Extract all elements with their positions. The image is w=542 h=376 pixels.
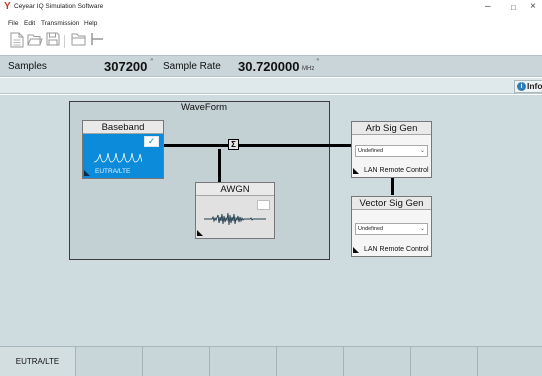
baseband-waveform-icon (94, 152, 142, 163)
info-tab-label: Info (527, 81, 542, 91)
bottom-tab-empty[interactable] (411, 347, 478, 376)
app-logo-icon: Y (4, 1, 11, 12)
signal-wire-generators (391, 178, 394, 195)
awgn-block[interactable]: AWGN (195, 182, 275, 239)
sample-rate-label: Sample Rate (163, 61, 221, 72)
arb-connection-label: LAN Remote Control (364, 167, 429, 174)
noise-waveform-icon (204, 212, 266, 226)
toolbar-separator (64, 35, 65, 48)
bottom-tab-strip: EUTRA/LTE (0, 346, 542, 376)
arb-resize-handle[interactable] (353, 168, 359, 174)
arb-instrument-select[interactable]: Undefined ⌄ (355, 145, 428, 157)
chevron-down-icon: ⌄ (419, 226, 425, 232)
maximize-button[interactable]: □ (511, 3, 516, 13)
bottom-tab-empty[interactable] (210, 347, 277, 376)
signal-wire-awgn (218, 149, 221, 183)
bottom-tab-empty[interactable] (344, 347, 411, 376)
baseband-body[interactable]: ✓ EUTRA/LTE (83, 134, 163, 178)
save-file-icon[interactable] (44, 32, 62, 50)
menu-help[interactable]: Help (84, 20, 97, 27)
menu-file[interactable]: File (8, 20, 18, 27)
awgn-resize-handle[interactable] (197, 230, 203, 236)
vector-resize-handle[interactable] (353, 247, 359, 253)
menu-bar: File Edit Transmission Help (0, 19, 542, 29)
branch-icon[interactable] (88, 32, 106, 50)
samples-marker: ● (150, 57, 154, 63)
vector-sig-gen-block[interactable]: Vector Sig Gen Undefined ⌄ LAN Remote Co… (351, 196, 432, 257)
open-folder-icon[interactable] (70, 32, 88, 50)
new-file-icon[interactable] (8, 32, 26, 50)
title-bar: Y Ceyear IQ Simulation Software – □ × (0, 0, 542, 20)
arb-sig-gen-title: Arb Sig Gen (352, 122, 431, 135)
vector-connection-label: LAN Remote Control (364, 246, 429, 253)
bottom-tab-empty[interactable] (478, 347, 542, 376)
baseband-title: Baseband (83, 121, 163, 134)
menu-edit[interactable]: Edit (24, 20, 35, 27)
window-title: Ceyear IQ Simulation Software (14, 3, 104, 10)
bottom-tab-empty[interactable] (76, 347, 143, 376)
info-strip: i Info (0, 78, 542, 94)
baseband-enable-checkbox[interactable]: ✓ (144, 136, 159, 147)
bottom-tab-eutra-lte[interactable]: EUTRA/LTE (0, 347, 76, 376)
sample-rate-marker: ● (316, 57, 320, 63)
awgn-body[interactable] (196, 196, 274, 238)
samples-value: 307200 (104, 59, 148, 74)
baseband-standard-label: EUTRA/LTE (95, 168, 131, 175)
waveform-title: WaveForm (181, 102, 228, 113)
awgn-enable-checkbox[interactable] (257, 200, 270, 210)
sample-rate-value: 30.720000 (238, 59, 300, 74)
vector-instrument-select[interactable]: Undefined ⌄ (355, 223, 428, 235)
awgn-title: AWGN (196, 183, 274, 196)
bottom-tab-empty[interactable] (143, 347, 210, 376)
samples-label: Samples (8, 61, 47, 72)
bottom-tab-empty[interactable] (277, 347, 344, 376)
chevron-down-icon: ⌄ (419, 148, 425, 154)
arb-instrument-value: Undefined (358, 148, 384, 154)
vector-sig-gen-title: Vector Sig Gen (352, 197, 431, 210)
toolbar (0, 29, 542, 55)
status-bar: Samples 307200 ● Sample Rate 30.720000 M… (0, 55, 542, 77)
baseband-block[interactable]: Baseband ✓ EUTRA/LTE (82, 120, 164, 179)
arb-sig-gen-block[interactable]: Arb Sig Gen Undefined ⌄ LAN Remote Contr… (351, 121, 432, 178)
info-tab[interactable]: i Info (514, 80, 542, 93)
open-file-icon[interactable] (26, 32, 44, 50)
close-button[interactable]: × (530, 2, 536, 12)
sample-rate-unit: MHz (302, 66, 315, 72)
menu-transmission[interactable]: Transmission (41, 20, 79, 27)
info-icon: i (517, 82, 526, 91)
summing-node[interactable]: Σ (228, 139, 239, 150)
baseband-resize-handle[interactable] (84, 170, 90, 176)
vector-instrument-value: Undefined (358, 226, 384, 232)
minimize-button[interactable]: – (485, 2, 491, 12)
